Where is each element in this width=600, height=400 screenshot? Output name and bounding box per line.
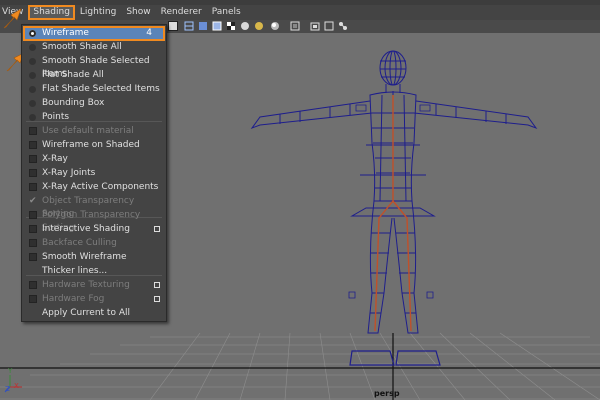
checkbox-icon [29, 295, 37, 303]
shadows-icon[interactable] [254, 21, 264, 31]
safe-action-icon[interactable] [338, 21, 348, 31]
menu-item-label: Use default material [42, 126, 134, 136]
checkbox-icon [29, 253, 37, 261]
menu-item-apply-current-to-all[interactable]: Apply Current to All [24, 307, 164, 320]
menu-item-wireframe[interactable]: Wireframe 4 [23, 26, 165, 41]
menu-shading[interactable]: Shading [28, 5, 75, 20]
axis-label-y: Y [8, 367, 13, 375]
menu-item-label: X-Ray Active Components [42, 182, 159, 192]
menu-item-x-ray[interactable]: X-Ray [24, 153, 164, 166]
menu-item-label: Interactive Shading [42, 224, 130, 234]
checkbox-icon [29, 225, 37, 233]
radio-icon [29, 114, 36, 121]
menu-lighting[interactable]: Lighting [75, 5, 121, 20]
camera-label: persp [374, 389, 400, 398]
option-box-icon[interactable] [154, 296, 160, 302]
menu-item-x-ray-active-components[interactable]: X-Ray Active Components [24, 181, 164, 194]
ground-grid [0, 332, 600, 400]
menu-item-label: Smooth Shade All [42, 42, 122, 52]
character-right-arm[interactable] [413, 100, 538, 130]
menu-item-hardware-texturing: Hardware Texturing [24, 279, 164, 292]
checkbox-icon [29, 239, 37, 247]
menu-item-flat-shade-all[interactable]: Flat Shade All [24, 69, 164, 82]
menu-show[interactable]: Show [121, 5, 155, 20]
smooth-shade-icon[interactable] [198, 21, 208, 31]
use-all-lights-icon[interactable] [240, 21, 250, 31]
character-left-arm[interactable] [250, 100, 373, 130]
menu-item-label: Backface Culling [42, 238, 117, 248]
menu-item-label: Bounding Box [42, 98, 105, 108]
checkbox-icon [29, 141, 37, 149]
menu-item-object-transparency-sorting: ✔ Object Transparency Sorting [24, 195, 164, 219]
menu-item-label: Wireframe on Shaded [42, 140, 140, 150]
menu-item-label: Flat Shade All [42, 70, 104, 80]
menu-item-thicker-lines[interactable]: Thicker lines... [24, 265, 164, 278]
radio-icon [29, 100, 36, 107]
shading-dropdown-menu: Wireframe 4 Smooth Shade All Smooth Shade S… [21, 24, 167, 322]
radio-icon [29, 44, 36, 51]
checkbox-icon [29, 211, 37, 219]
axis-label-x: X [14, 382, 19, 390]
smooth-shade-selected-icon[interactable] [212, 21, 222, 31]
menu-item-use-default-material: Use default material [24, 125, 164, 138]
menu-item-x-ray-joints[interactable]: X-Ray Joints [24, 167, 164, 180]
resolution-gate-icon[interactable] [324, 21, 334, 31]
character-wireframe[interactable] [250, 50, 538, 366]
panel-menubar: View Shading Lighting Show Renderer Pane… [0, 5, 600, 20]
menu-item-hotkey: 4 [146, 28, 152, 38]
menu-item-label: X-Ray [42, 154, 68, 164]
menu-item-label: Apply Current to All [42, 308, 130, 318]
menu-item-interactive-shading[interactable]: Interactive Shading [24, 223, 164, 236]
menu-panels[interactable]: Panels [207, 5, 246, 20]
menu-item-points[interactable]: Points [24, 111, 164, 124]
radio-icon [29, 72, 36, 79]
grid-toggle-icon[interactable] [168, 21, 178, 31]
menu-item-label: Points [42, 112, 70, 122]
radio-icon [29, 30, 36, 37]
option-box-icon[interactable] [154, 226, 160, 232]
checkbox-icon [29, 169, 37, 177]
xray-icon[interactable] [290, 21, 300, 31]
checkbox-icon [29, 127, 37, 135]
textured-icon[interactable] [226, 21, 236, 31]
menu-item-smooth-shade-all[interactable]: Smooth Shade All [24, 41, 164, 54]
character-skeleton [374, 95, 412, 332]
menu-item-label: Smooth Wireframe [42, 252, 127, 262]
wireframe-mode-icon[interactable] [184, 21, 194, 31]
menu-item-label: Flat Shade Selected Items [42, 84, 160, 94]
isolate-icon[interactable] [270, 21, 280, 31]
checkbox-icon [29, 183, 37, 191]
camera-icon[interactable] [310, 21, 320, 31]
radio-icon [29, 86, 36, 93]
menu-item-bounding-box[interactable]: Bounding Box [24, 97, 164, 110]
menu-renderer[interactable]: Renderer [156, 5, 207, 20]
checkmark-icon: ✔ [29, 196, 37, 206]
menu-item-label: Hardware Fog [42, 294, 105, 304]
axis-label-z: Z [5, 385, 10, 393]
character-head[interactable] [379, 50, 407, 86]
radio-icon [29, 58, 36, 65]
menu-item-wireframe-on-shaded[interactable]: Wireframe on Shaded [24, 139, 164, 152]
menu-item-label: Thicker lines... [42, 266, 108, 276]
menu-item-label: Hardware Texturing [42, 280, 130, 290]
menu-item-smooth-shade-selected-items[interactable]: Smooth Shade Selected Items [24, 55, 164, 79]
menu-item-backface-culling: Backface Culling [24, 237, 164, 250]
menu-item-label: Wireframe [42, 28, 89, 38]
menu-item-hardware-fog: Hardware Fog [24, 293, 164, 306]
menu-item-polygon-transparency-sorting: Polygon Transparency Sorting [24, 209, 164, 233]
menu-item-smooth-wireframe[interactable]: Smooth Wireframe [24, 251, 164, 264]
menu-item-flat-shade-selected-items[interactable]: Flat Shade Selected Items [24, 83, 164, 96]
checkbox-icon [29, 155, 37, 163]
menu-item-label: X-Ray Joints [42, 168, 96, 178]
option-box-icon[interactable] [154, 282, 160, 288]
checkbox-icon [29, 281, 37, 289]
